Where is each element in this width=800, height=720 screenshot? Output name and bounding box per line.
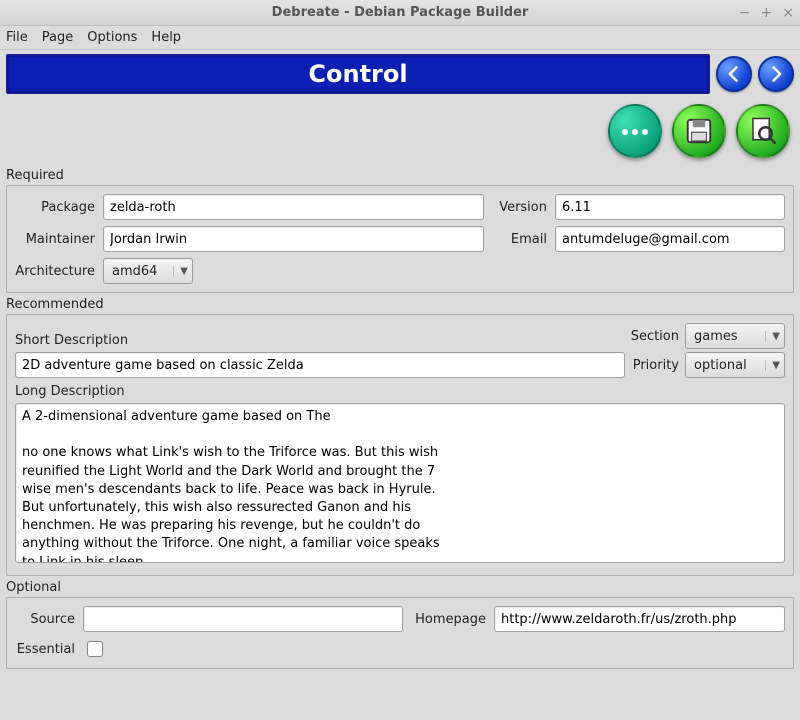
required-section-label: Required: [0, 164, 800, 185]
menu-file[interactable]: File: [6, 30, 28, 45]
email-input[interactable]: [555, 226, 785, 252]
short-description-input[interactable]: [15, 352, 625, 378]
recommended-section-label: Recommended: [0, 293, 800, 314]
priority-select[interactable]: optional ▼: [685, 352, 785, 378]
version-input[interactable]: [555, 194, 785, 220]
menu-options[interactable]: Options: [87, 30, 137, 45]
next-page-button[interactable]: [758, 56, 794, 92]
save-button[interactable]: [672, 104, 726, 158]
menu-page[interactable]: Page: [42, 30, 73, 45]
minimize-icon[interactable]: −: [739, 5, 751, 21]
optional-group: Source Homepage Essential: [6, 597, 794, 669]
section-value: games: [694, 329, 738, 344]
maintainer-label: Maintainer: [15, 232, 95, 247]
essential-checkbox[interactable]: [87, 641, 103, 657]
arrow-left-icon: [724, 64, 744, 84]
optional-section-label: Optional: [0, 576, 800, 597]
version-label: Version: [492, 200, 547, 215]
priority-value: optional: [694, 358, 747, 373]
arrow-right-icon: [766, 64, 786, 84]
priority-label: Priority: [633, 358, 679, 373]
chevron-down-icon: ▼: [765, 360, 780, 371]
architecture-value: amd64: [112, 264, 157, 279]
long-description-textarea[interactable]: [15, 403, 785, 563]
window-titlebar: Debreate - Debian Package Builder − + ×: [0, 0, 800, 26]
package-input[interactable]: [103, 194, 484, 220]
email-label: Email: [492, 232, 547, 247]
save-icon: [684, 116, 714, 146]
required-group: Package Version Maintainer Email Archite…: [6, 185, 794, 293]
essential-label: Essential: [15, 642, 75, 657]
maintainer-input[interactable]: [103, 226, 484, 252]
ellipsis-icon: [620, 124, 650, 139]
section-label: Section: [631, 329, 679, 344]
source-input[interactable]: [83, 606, 403, 632]
homepage-input[interactable]: [494, 606, 785, 632]
homepage-label: Homepage: [411, 612, 486, 627]
page-banner: Control: [6, 54, 710, 94]
prev-page-button[interactable]: [716, 56, 752, 92]
maximize-icon[interactable]: +: [761, 5, 773, 21]
preview-button[interactable]: [736, 104, 790, 158]
more-options-button[interactable]: [608, 104, 662, 158]
recommended-group: Section games ▼ Short Description Priori…: [6, 314, 794, 576]
section-select[interactable]: games ▼: [685, 323, 785, 349]
architecture-label: Architecture: [15, 264, 95, 279]
architecture-select[interactable]: amd64 ▼: [103, 258, 193, 284]
package-label: Package: [15, 200, 95, 215]
chevron-down-icon: ▼: [765, 331, 780, 342]
menubar: File Page Options Help: [0, 26, 800, 50]
long-description-label: Long Description: [15, 384, 785, 399]
close-icon[interactable]: ×: [782, 5, 794, 21]
chevron-down-icon: ▼: [173, 266, 188, 277]
magnifier-page-icon: [748, 116, 778, 146]
window-title: Debreate - Debian Package Builder: [0, 5, 800, 20]
menu-help[interactable]: Help: [151, 30, 181, 45]
source-label: Source: [15, 612, 75, 627]
